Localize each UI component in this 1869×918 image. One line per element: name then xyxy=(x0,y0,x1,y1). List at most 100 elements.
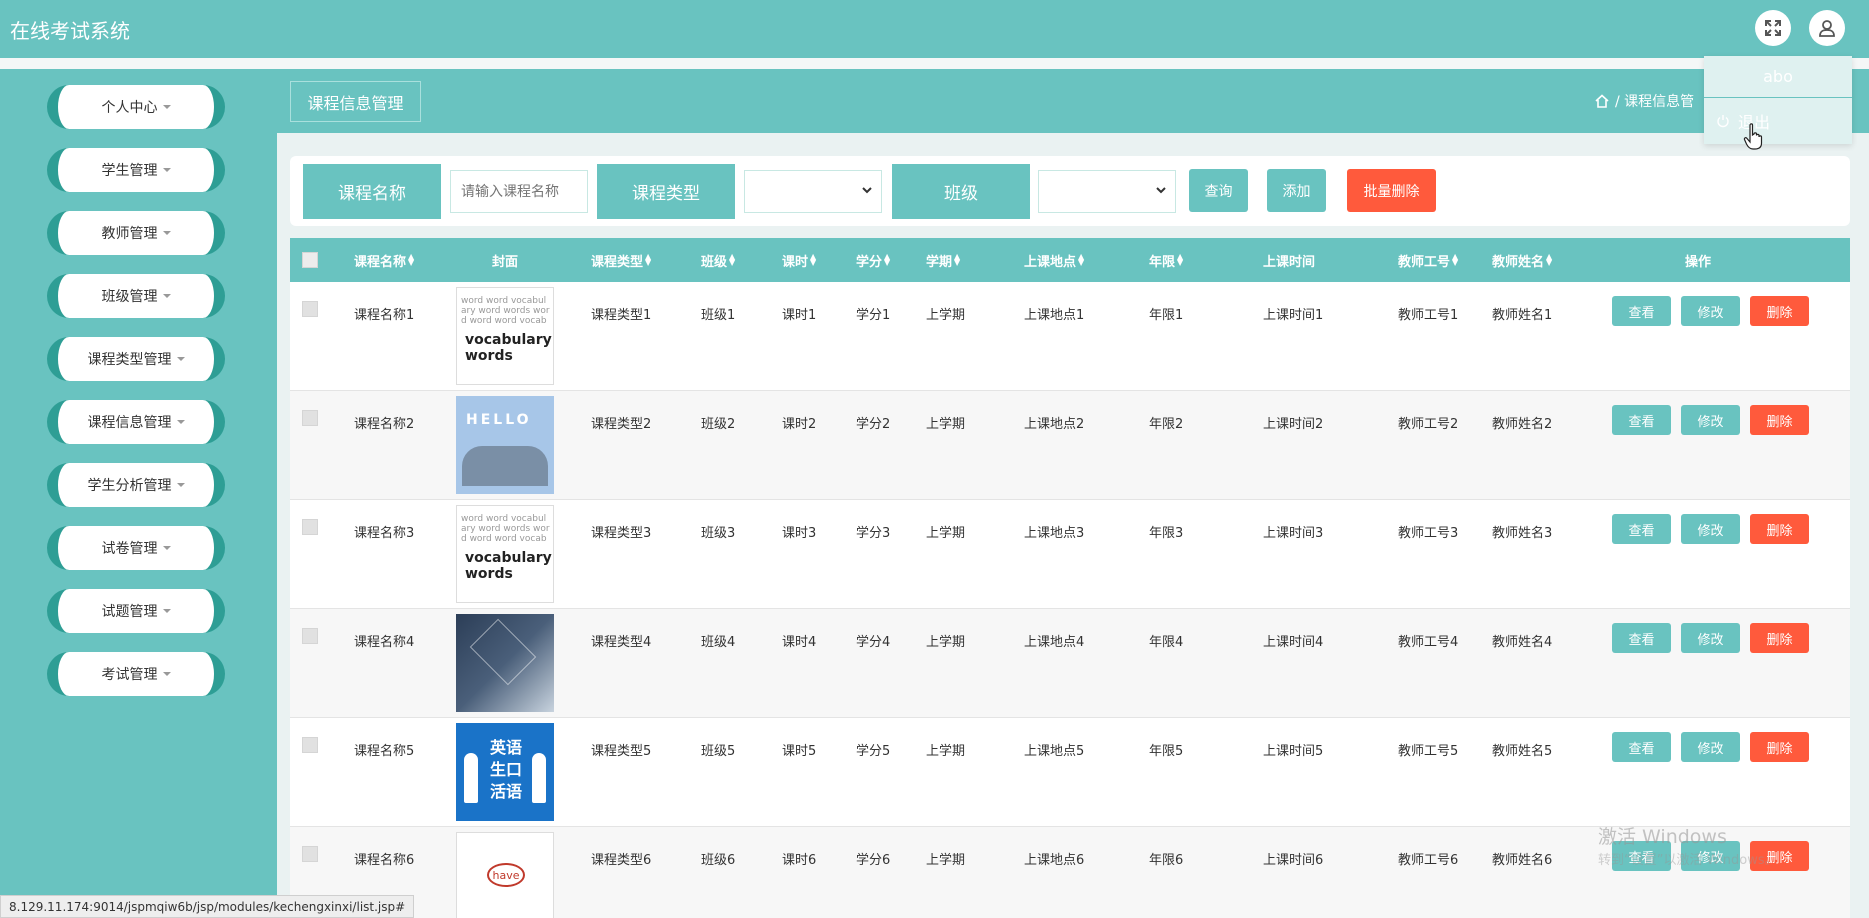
cell-teacher-no: 教师工号5 xyxy=(1398,744,1459,759)
cell-teacher-name: 教师姓名3 xyxy=(1492,526,1553,541)
logout-menu-item[interactable]: 退出 xyxy=(1704,98,1852,144)
col-class[interactable]: 班级 ▲ ▼ xyxy=(701,238,735,282)
add-button[interactable]: 添加 xyxy=(1267,169,1326,212)
top-bar: 在线考试系统 xyxy=(0,0,1869,58)
table-row: 课程名称5 英语 生口 活语 课程类型5 班级5 课时5 学分5 上学期 上课地… xyxy=(290,718,1850,827)
cell-teacher-no: 教师工号2 xyxy=(1398,417,1459,432)
column-label: 教师姓名 xyxy=(1492,254,1545,270)
delete-button[interactable]: 删除 xyxy=(1750,623,1809,653)
cover-image: have xyxy=(456,832,554,918)
row-checkbox[interactable] xyxy=(302,301,318,317)
breadcrumb-current: / 课程信息管 xyxy=(1615,94,1695,110)
sidebar-item-course-type-management[interactable]: 课程类型管理 xyxy=(47,337,225,381)
cell-credit: 学分4 xyxy=(856,635,891,650)
fullscreen-button[interactable] xyxy=(1755,10,1791,46)
user-menu-button[interactable] xyxy=(1809,10,1845,46)
delete-button[interactable]: 删除 xyxy=(1750,296,1809,326)
view-button[interactable]: 查看 xyxy=(1612,405,1671,435)
cell-term: 上学期 xyxy=(926,635,966,650)
sidebar-item-label: 班级管理 xyxy=(101,289,158,305)
cell-place: 上课地点4 xyxy=(1024,635,1085,650)
col-term[interactable]: 学期 ▲ ▼ xyxy=(926,238,960,282)
col-place[interactable]: 上课地点 ▲ ▼ xyxy=(1024,238,1084,282)
row-checkbox[interactable] xyxy=(302,519,318,535)
sidebar-item-teacher-management[interactable]: 教师管理 xyxy=(47,211,225,255)
row-checkbox[interactable] xyxy=(302,410,318,426)
course-type-select[interactable] xyxy=(744,170,882,213)
delete-button[interactable]: 删除 xyxy=(1750,405,1809,435)
sidebar-item-student-management[interactable]: 学生管理 xyxy=(47,148,225,192)
col-teacher-name[interactable]: 教师姓名 ▲ ▼ xyxy=(1492,238,1552,282)
row-checkbox[interactable] xyxy=(302,846,318,862)
col-course-type[interactable]: 课程类型 ▲ ▼ xyxy=(591,238,651,282)
cell-credit: 学分6 xyxy=(856,853,891,868)
sidebar-item-course-info-management[interactable]: 课程信息管理 xyxy=(47,400,225,444)
sort-icon: ▲ ▼ xyxy=(729,252,736,267)
cell-credit: 学分5 xyxy=(856,744,891,759)
column-label: 课时 xyxy=(782,254,809,270)
class-label: 班级 xyxy=(892,164,1030,219)
cell-teacher-name: 教师姓名2 xyxy=(1492,417,1553,432)
cell-class: 班级2 xyxy=(701,417,736,432)
delete-button[interactable]: 删除 xyxy=(1750,732,1809,762)
cell-teacher-no: 教师工号1 xyxy=(1398,308,1459,323)
row-checkbox[interactable] xyxy=(302,737,318,753)
batch-delete-button[interactable]: 批量删除 xyxy=(1347,169,1436,212)
power-icon xyxy=(1717,115,1729,128)
sidebar-item-personal-center[interactable]: 个人中心 xyxy=(47,85,225,129)
cell-years: 年限2 xyxy=(1149,417,1184,432)
cell-hours: 课时1 xyxy=(782,308,817,323)
chevron-down-icon xyxy=(162,672,171,676)
user-icon xyxy=(1819,20,1835,37)
edit-button[interactable]: 修改 xyxy=(1681,405,1740,435)
view-button[interactable]: 查看 xyxy=(1612,296,1671,326)
cell-place: 上课地点6 xyxy=(1024,853,1085,868)
col-course-name[interactable]: 课程名称 ▲ ▼ xyxy=(354,238,414,282)
sidebar-item-class-management[interactable]: 班级管理 xyxy=(47,274,225,318)
cell-place: 上课地点3 xyxy=(1024,526,1085,541)
cell-course-name: 课程名称6 xyxy=(354,853,415,868)
sidebar-item-student-analysis-management[interactable]: 学生分析管理 xyxy=(47,463,225,507)
edit-button[interactable]: 修改 xyxy=(1681,514,1740,544)
cell-class: 班级3 xyxy=(701,526,736,541)
cell-course-type: 课程类型2 xyxy=(591,417,652,432)
col-hours[interactable]: 课时 ▲ ▼ xyxy=(782,238,816,282)
query-button[interactable]: 查询 xyxy=(1189,169,1248,212)
view-button[interactable]: 查看 xyxy=(1612,623,1671,653)
cell-teacher-no: 教师工号4 xyxy=(1398,635,1459,650)
chevron-down-icon xyxy=(176,483,185,487)
edit-button[interactable]: 修改 xyxy=(1681,296,1740,326)
cell-years: 年限1 xyxy=(1149,308,1184,323)
sidebar-item-paper-management[interactable]: 试卷管理 xyxy=(47,526,225,570)
cover-text: have xyxy=(487,863,525,887)
chevron-down-icon xyxy=(162,105,171,109)
col-years[interactable]: 年限 ▲ ▼ xyxy=(1149,238,1183,282)
select-all-checkbox[interactable] xyxy=(302,252,318,268)
view-button[interactable]: 查看 xyxy=(1612,732,1671,762)
home-icon[interactable] xyxy=(1595,94,1609,108)
cell-class: 班级1 xyxy=(701,308,736,323)
main-content: 课程信息管理 / 课程信息管 课程名称 课程类型 班级 查询 添加 批量删除 课… xyxy=(277,69,1869,918)
sidebar-item-exam-management[interactable]: 考试管理 xyxy=(47,652,225,696)
sort-icon: ▲ ▼ xyxy=(1452,252,1459,267)
edit-button[interactable]: 修改 xyxy=(1681,732,1740,762)
row-checkbox[interactable] xyxy=(302,628,318,644)
delete-button[interactable]: 删除 xyxy=(1750,514,1809,544)
edit-button[interactable]: 修改 xyxy=(1681,623,1740,653)
col-credit[interactable]: 学分 ▲ ▼ xyxy=(856,238,890,282)
cell-class: 班级6 xyxy=(701,853,736,868)
class-select[interactable] xyxy=(1038,170,1176,213)
sidebar-item-question-management[interactable]: 试题管理 xyxy=(47,589,225,633)
chevron-down-icon xyxy=(176,420,185,424)
column-label: 教师工号 xyxy=(1398,254,1451,270)
view-button[interactable]: 查看 xyxy=(1612,514,1671,544)
cell-hours: 课时4 xyxy=(782,635,817,650)
user-dropdown-menu: abo 退出 xyxy=(1704,56,1852,144)
app-title: 在线考试系统 xyxy=(10,19,130,43)
course-name-input[interactable] xyxy=(450,170,588,213)
cell-time: 上课时间1 xyxy=(1263,308,1324,323)
col-teacher-no[interactable]: 教师工号 ▲ ▼ xyxy=(1398,238,1458,282)
cover-image: 英语 生口 活语 xyxy=(456,723,554,821)
cell-hours: 课时5 xyxy=(782,744,817,759)
course-table: 课程名称 ▲ ▼ 封面 课程类型 ▲ ▼ 班级 ▲ ▼ 课时 ▲ ▼ 学分 ▲ ▼ 学期 ▲ ▼ 上课地… xyxy=(290,238,1850,918)
